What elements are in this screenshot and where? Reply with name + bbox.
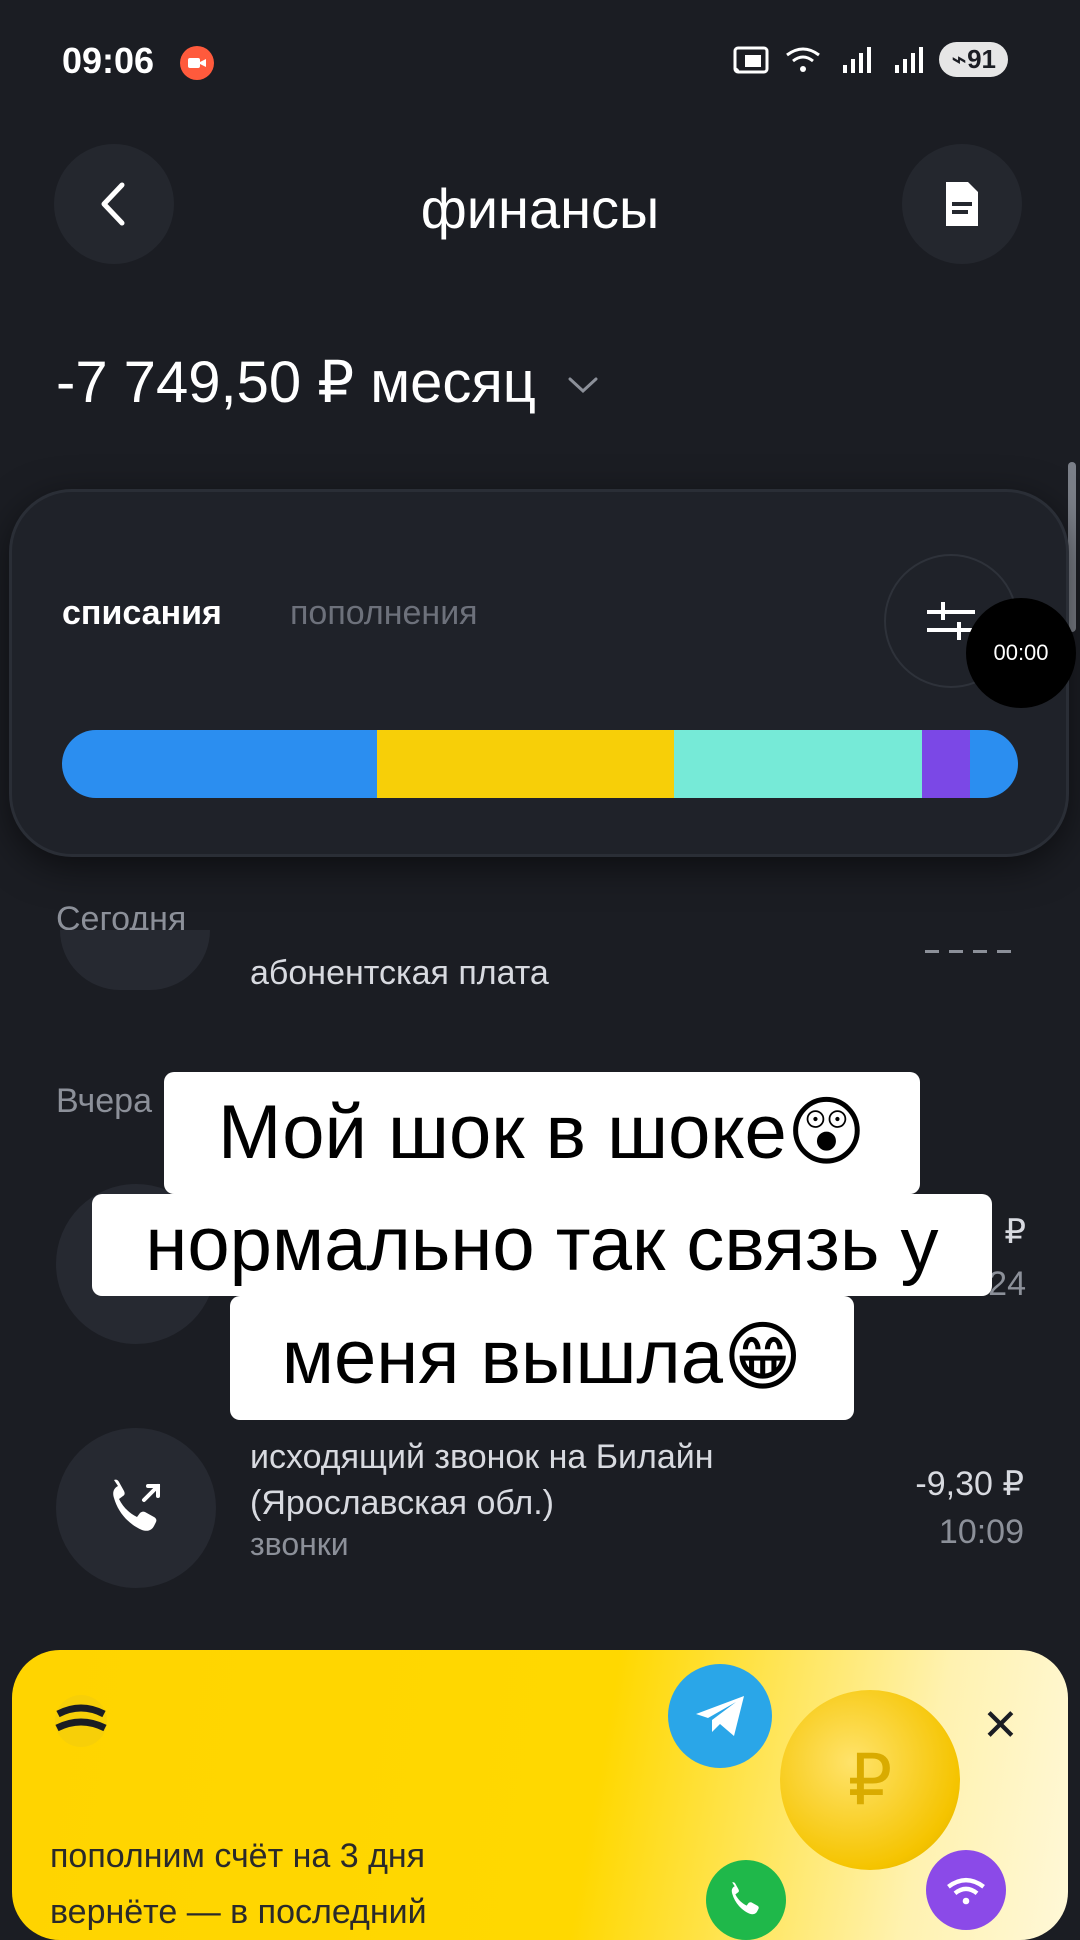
balance-amount: -7 749,50 ₽ месяц: [56, 350, 536, 415]
outgoing-call-icon: [113, 1479, 160, 1531]
list-item-amount: ₽: [1004, 1213, 1026, 1251]
screen-record-icon: [180, 46, 214, 80]
spending-bar-segment: [377, 730, 674, 798]
coin-icon: ₽: [780, 1690, 960, 1870]
caption-line3: меня вышла😁: [230, 1296, 854, 1420]
call-item-icon-circle: [56, 1428, 216, 1588]
spending-bar-segment: [922, 730, 971, 798]
call-item-amount: -9,30 ₽: [915, 1465, 1024, 1503]
close-icon[interactable]: ✕: [982, 1700, 1019, 1751]
spending-bar-segment: [673, 730, 923, 798]
spending-bar: [62, 730, 1018, 798]
status-time: 09:06: [62, 40, 155, 81]
status-icons: ⌁91: [731, 42, 1008, 77]
wifi-icon: [786, 47, 821, 72]
recording-timer: 00:00: [966, 598, 1076, 708]
wifi-app-icon: [926, 1850, 1006, 1930]
scrollbar[interactable]: [1068, 462, 1076, 632]
call-item-time: 10:09: [938, 1513, 1024, 1551]
document-icon: [946, 182, 978, 226]
spending-bar-segment: [62, 730, 378, 798]
chevron-down-icon: [568, 377, 598, 394]
promo-line1: пополним счёт на 3 дня: [50, 1837, 426, 1875]
coin-symbol: ₽: [847, 1741, 893, 1819]
document-button[interactable]: [902, 144, 1022, 264]
list-item-title[interactable]: абонентская плата: [250, 950, 549, 996]
cast-icon: [733, 46, 769, 73]
promo-line2: вернёте — в последний: [50, 1893, 427, 1931]
promo-text: пополним счёт на 3 дня вернёте — в после…: [50, 1828, 427, 1940]
tab-topups[interactable]: пополнения: [290, 594, 478, 633]
caption-line1: Мой шок в шоке😲: [164, 1072, 920, 1194]
section-yesterday: Вчера: [56, 1082, 152, 1120]
list-item-icon: [60, 930, 210, 990]
list-item-amount: [925, 950, 1015, 953]
tab-expenses[interactable]: списания: [62, 594, 222, 633]
caption-line2: нормально так связь у: [92, 1194, 992, 1296]
call-list-item[interactable]: исходящий звонок на Билайн (Ярославская …: [250, 1434, 714, 1563]
phone-app-icon: [706, 1860, 786, 1940]
balance-period-selector[interactable]: -7 749,50 ₽ месяц: [56, 348, 600, 416]
call-item-title-line1: исходящий звонок на Билайн: [250, 1438, 714, 1476]
signal-r-icon: [895, 46, 924, 73]
call-item-title-line2: (Ярославская обл.): [250, 1484, 554, 1522]
beeline-logo-icon: [55, 1695, 107, 1747]
telegram-icon: [668, 1664, 772, 1768]
signal-r-icon: [843, 46, 872, 73]
call-item-category: звонки: [250, 1526, 349, 1562]
list-item-time: 24: [988, 1265, 1026, 1303]
battery-indicator: ⌁91: [939, 42, 1008, 77]
